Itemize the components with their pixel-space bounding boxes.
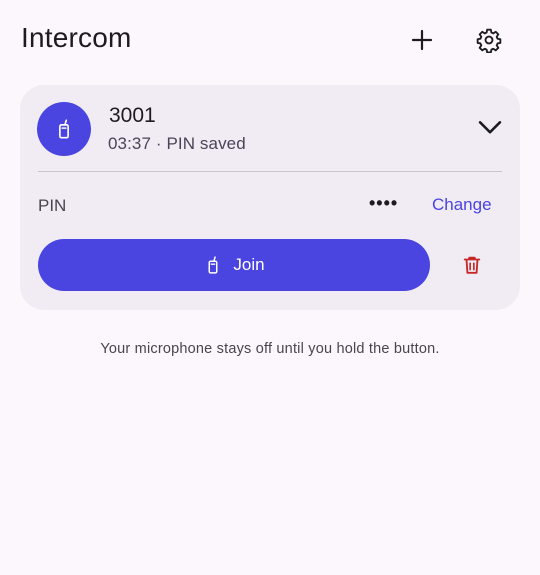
divider bbox=[38, 171, 502, 172]
chevron-up-down-icon bbox=[478, 121, 502, 134]
pin-masked-value: •••• bbox=[369, 193, 399, 213]
pin-label: PIN bbox=[38, 196, 67, 215]
collapse-button[interactable] bbox=[472, 109, 508, 145]
delete-room-button[interactable] bbox=[454, 247, 490, 283]
walkie-talkie-icon bbox=[59, 119, 69, 139]
page-title: Intercom bbox=[21, 22, 132, 53]
gear-icon bbox=[476, 28, 502, 53]
walkie-talkie-icon bbox=[208, 256, 218, 274]
add-room-button[interactable] bbox=[402, 20, 442, 60]
plus-icon bbox=[411, 29, 433, 51]
room-card-header[interactable]: 3001 03:37 · PIN saved bbox=[20, 85, 520, 171]
intercom-screen: Intercom 3001 03:37 · PIN saved PIN ••••… bbox=[0, 0, 540, 575]
settings-button[interactable] bbox=[469, 20, 509, 60]
top-app-bar: Intercom bbox=[0, 0, 540, 80]
microphone-hint: Your microphone stays off until you hold… bbox=[100, 341, 440, 357]
room-status: 03:37 · PIN saved bbox=[108, 134, 246, 153]
room-name: 3001 bbox=[109, 104, 156, 127]
change-pin-button[interactable]: Change bbox=[424, 188, 500, 222]
join-button[interactable]: Join bbox=[38, 239, 430, 291]
trash-icon bbox=[463, 256, 481, 274]
room-card: 3001 03:37 · PIN saved PIN •••• Change J… bbox=[20, 85, 520, 310]
join-button-label: Join bbox=[233, 255, 265, 274]
avatar bbox=[37, 102, 91, 156]
